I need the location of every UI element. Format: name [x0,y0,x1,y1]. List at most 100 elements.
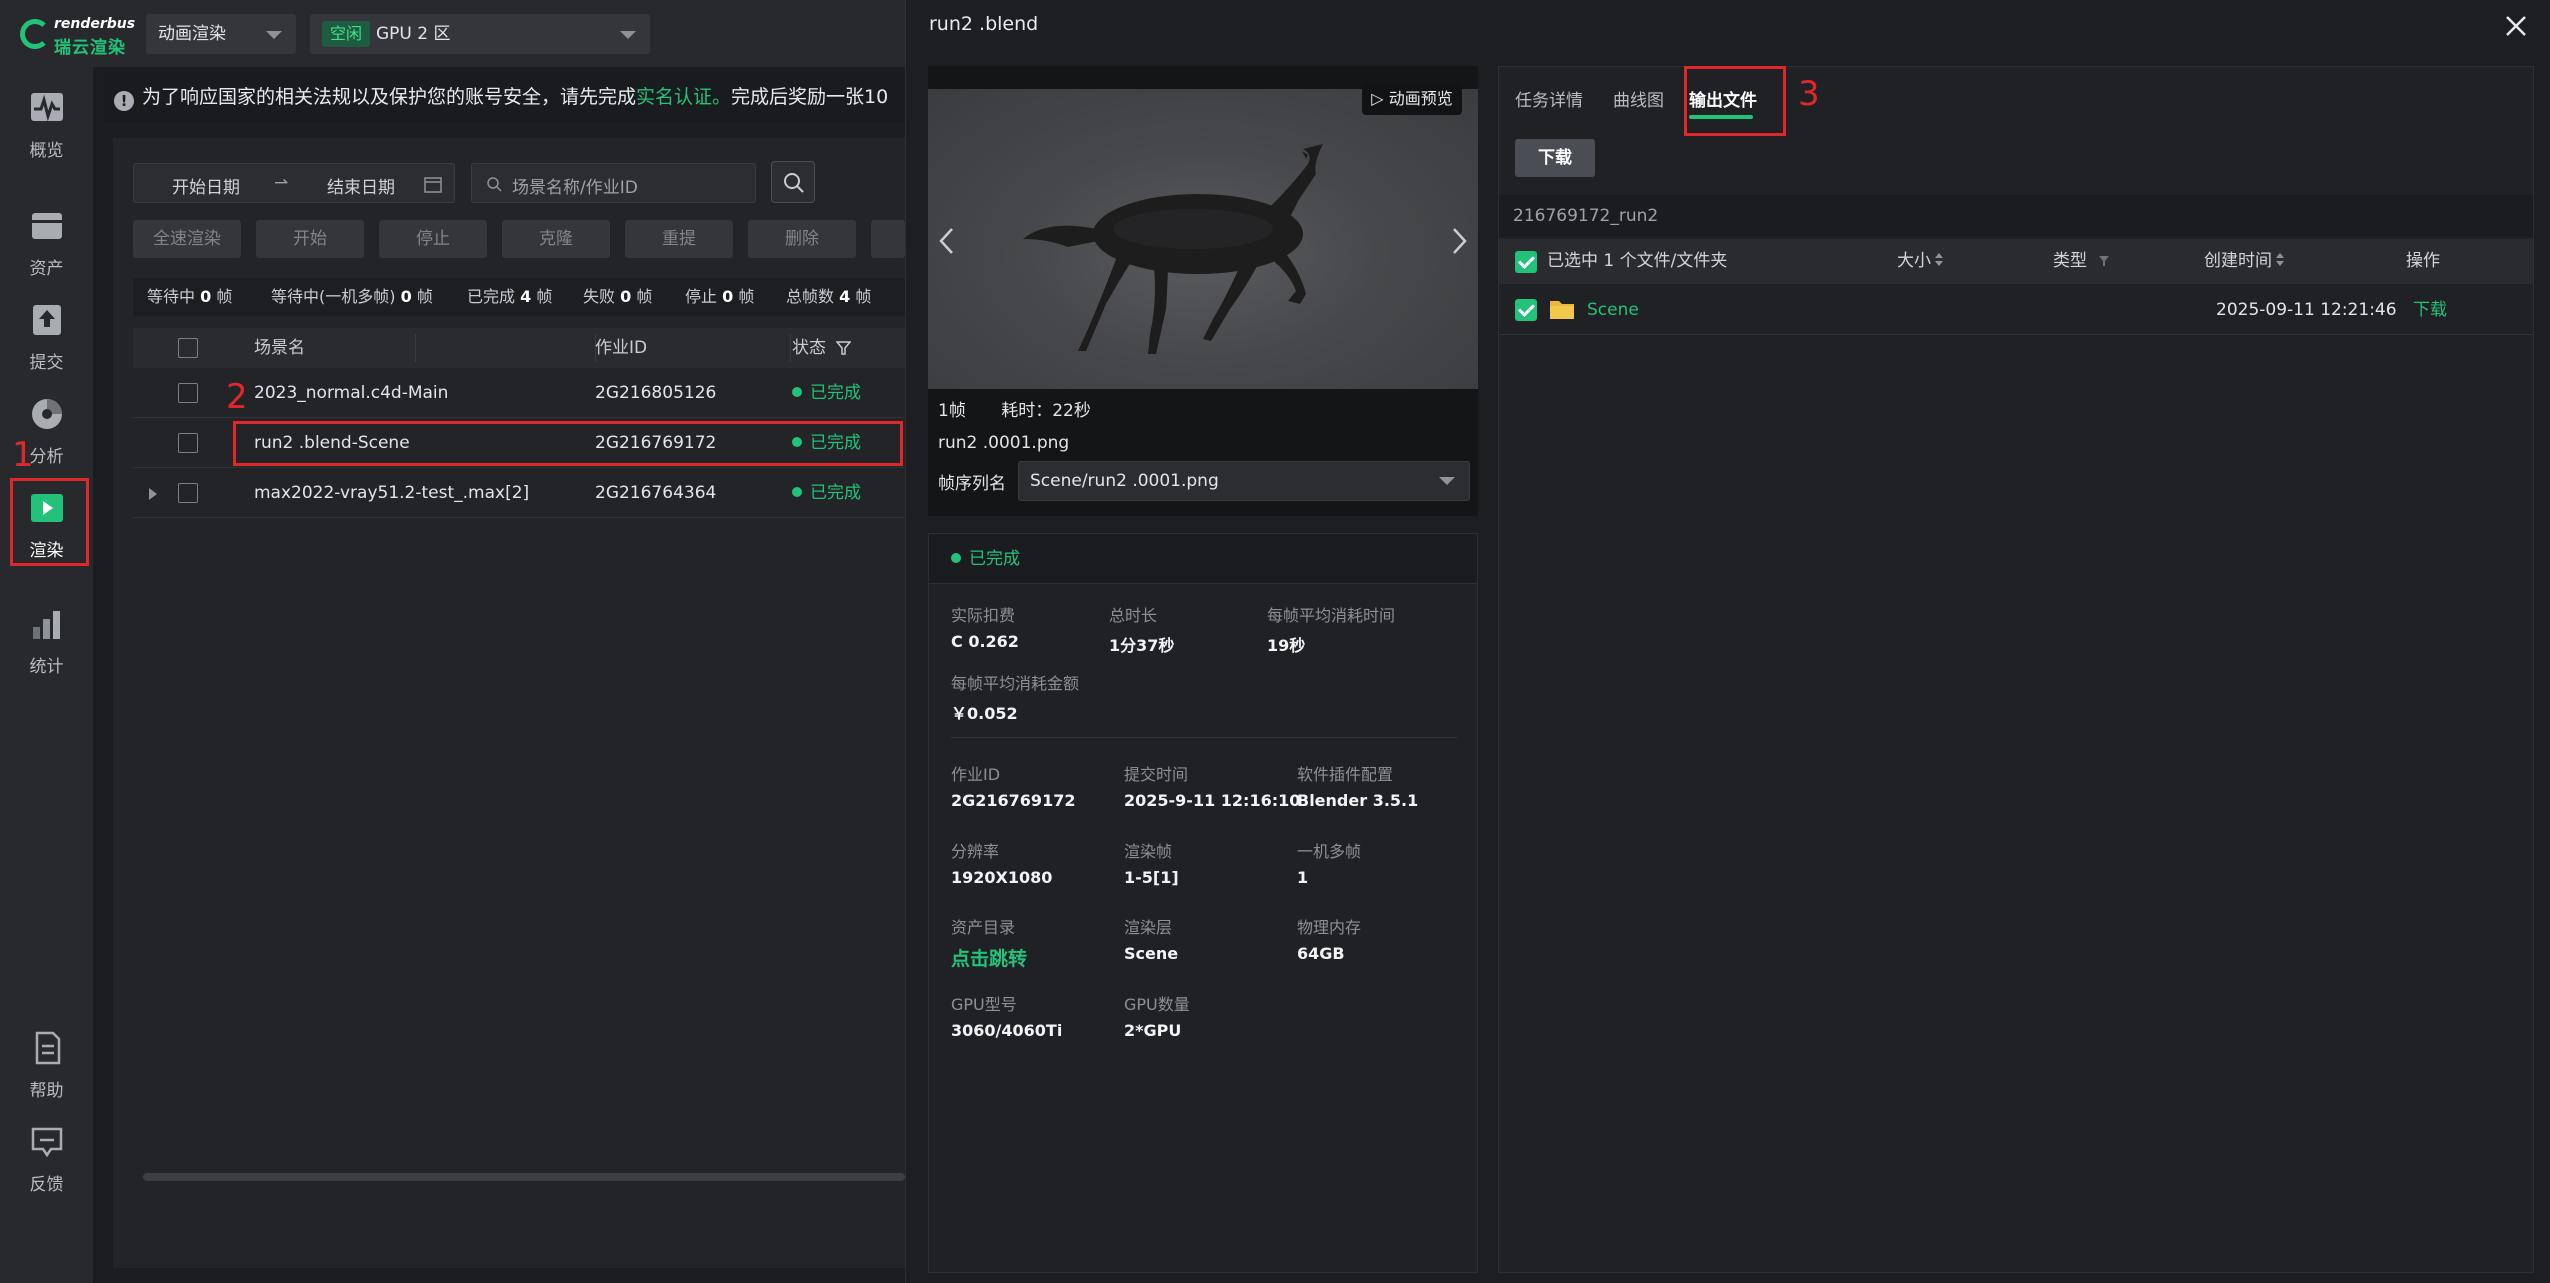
column-size[interactable]: 大小 [1897,239,1943,284]
drawer-title: run2 .blend [929,13,1039,35]
avg-time-per-frame: 每帧平均消耗时间 19秒 [1267,606,1396,655]
tab-curve-chart[interactable]: 曲线图 [1613,86,1664,111]
stop-button[interactable]: 停止 [379,220,487,258]
column-created-time[interactable]: 创建时间 [2204,239,2284,284]
job-info-card: 已完成 实际扣费 C 0.262 总时长 1分37秒 每帧平均消耗时间 19秒 每帧平… [928,533,1478,1273]
render-preview-image[interactable] [928,89,1478,389]
render-frames: 渲染帧 1-5[1] [1124,842,1179,887]
logo-mark-icon [20,19,50,49]
file-name-link[interactable]: Scene [1587,285,1639,335]
selected-count-text: 已选中 1 个文件/文件夹 [1547,251,1728,271]
frame-stats-bar: 等待中 0 帧 等待中(一机多帧) 0 帧 已完成 4 帧 失败 0 帧 停止 … [133,278,905,316]
stat-stopped: 停止 0 帧 [685,287,755,306]
sidebar-item-assets[interactable]: 资产 [0,209,93,279]
file-download-link[interactable]: 下载 [2413,285,2447,335]
sidebar-item-overview[interactable]: 概览 [0,91,93,161]
frame-meta: 1帧 耗时：22秒 [938,396,1091,421]
file-row[interactable]: Scene 2025-09-11 12:21:46 下载 [1499,285,2533,335]
row-scene-name: max2022-vray51.2-test_.max[2] [254,483,530,503]
column-type[interactable]: 类型 [2053,239,2110,284]
bar-icon [32,611,60,639]
sidebar-item-label: 资产 [29,259,64,279]
annotation-box-output-tab [1684,66,1786,136]
frames-per-machine: 一机多帧 1 [1297,842,1362,887]
submit-time: 提交时间 2025-9-11 12:16:10 [1124,765,1301,810]
column-action: 操作 [2406,251,2440,271]
chevron-down-icon [266,31,282,39]
divider [951,737,1457,738]
more-actions-button[interactable] [871,220,905,258]
chevron-down-icon [1439,477,1455,485]
folder-icon [31,213,62,239]
full-speed-render-button[interactable]: 全速渲染 [133,220,241,258]
asset-directory-link[interactable]: 点击跳转 [951,944,1027,971]
sidebar-item-label: 统计 [29,657,64,677]
render-mode-select[interactable]: 动画渲染 [146,14,296,54]
prev-arrow-icon[interactable] [936,226,958,256]
job-table-header: 场景名 作业ID 状态 [133,328,905,368]
annotation-number-2: 2 [226,377,248,417]
row-checkbox[interactable] [178,433,198,453]
horizontal-scrollbar[interactable] [143,1173,905,1181]
column-status[interactable]: 状态 [792,328,826,368]
sidebar-item-help[interactable]: 帮助 [0,1031,93,1101]
frame-sequence-label: 帧序列名 [938,474,1006,494]
sidebar-item-feedback[interactable]: 反馈 [0,1125,93,1195]
end-date-field[interactable]: 结束日期 [327,173,395,198]
annotation-box-render [10,478,89,566]
folder-icon [1550,301,1574,319]
left-sidebar: 概览 资产 提交 分析 渲染 统计 帮助 反馈 [0,67,93,1283]
start-date-field[interactable]: 开始日期 [172,173,240,198]
search-placeholder: 场景名称/作业ID [512,178,638,198]
filter-icon[interactable] [836,341,851,356]
annotation-box-row [233,421,903,466]
search-input[interactable]: 场景名称/作业ID [471,163,756,203]
gpu-idle-badge: 空闲 [322,21,371,47]
close-icon[interactable] [2502,12,2530,40]
software-config: 软件插件配置 Blender 3.5.1 [1297,765,1419,810]
row-status: 已完成 [792,469,861,518]
stat-total: 总帧数 4 帧 [786,287,872,306]
select-all-checkbox[interactable] [178,338,198,358]
pulse-icon [30,93,63,122]
render-preview: ▷ 动画预览 1帧 耗时：22秒 run2 .0001.png 帧序列名 Sce… [928,66,1478,516]
animation-preview-label: 动画预览 [1388,89,1453,108]
sidebar-item-label: 帮助 [29,1081,64,1101]
expand-arrow-icon[interactable] [148,487,158,501]
column-job-id[interactable]: 作业ID [595,328,647,368]
verify-link[interactable]: 实名认证。 [636,86,731,108]
delete-button[interactable]: 删除 [748,220,856,258]
download-button[interactable]: 下载 [1515,139,1595,177]
sidebar-item-label: 概览 [29,141,64,161]
table-row[interactable]: 2023_normal.c4d-Main 2G216805126 已完成 [133,369,905,418]
sidebar-item-submit[interactable]: 提交 [0,303,93,373]
resubmit-button[interactable]: 重提 [625,220,733,258]
column-scene-name[interactable]: 场景名 [254,328,305,368]
actual-fee: 实际扣费 C 0.262 [951,606,1019,651]
gpu-count: GPU数量 2*GPU [1124,995,1190,1040]
clone-button[interactable]: 克隆 [502,220,610,258]
asset-directory: 资产目录 点击跳转 [951,918,1028,971]
animation-preview-button[interactable]: ▷ 动画预览 [1362,83,1462,115]
row-status: 已完成 [792,369,861,418]
start-button[interactable]: 开始 [256,220,364,258]
horse-render-image [1023,144,1323,354]
sort-icon [2276,253,2284,267]
gpu-zone-select[interactable]: 空闲 GPU 2 区 [310,14,650,54]
renderbus-logo[interactable]: renderbus 瑞云渲染 [20,14,140,58]
search-button[interactable] [771,161,815,203]
row-checkbox[interactable] [178,483,198,503]
sidebar-item-statistics[interactable]: 统计 [0,607,93,677]
file-table-header: 已选中 1 个文件/文件夹 大小 类型 创建时间 操作 [1499,239,2533,284]
date-range-picker[interactable]: 开始日期 ⇀ 结束日期 [133,163,455,203]
notice-text: 为了响应国家的相关法规以及保护您的账号安全，请先完成 [142,86,637,108]
tab-task-details[interactable]: 任务详情 [1515,86,1583,111]
file-row-checkbox[interactable] [1515,299,1537,321]
row-checkbox[interactable] [178,383,198,403]
frame-sequence-select[interactable]: Scene/run2 .0001.png [1018,461,1470,501]
annotation-number-1: 1 [12,435,34,475]
upload-icon [32,305,61,335]
next-arrow-icon[interactable] [1448,226,1470,256]
select-all-files-checkbox[interactable] [1515,251,1537,273]
table-row[interactable]: max2022-vray51.2-test_.max[2] 2G21676436… [133,469,905,518]
